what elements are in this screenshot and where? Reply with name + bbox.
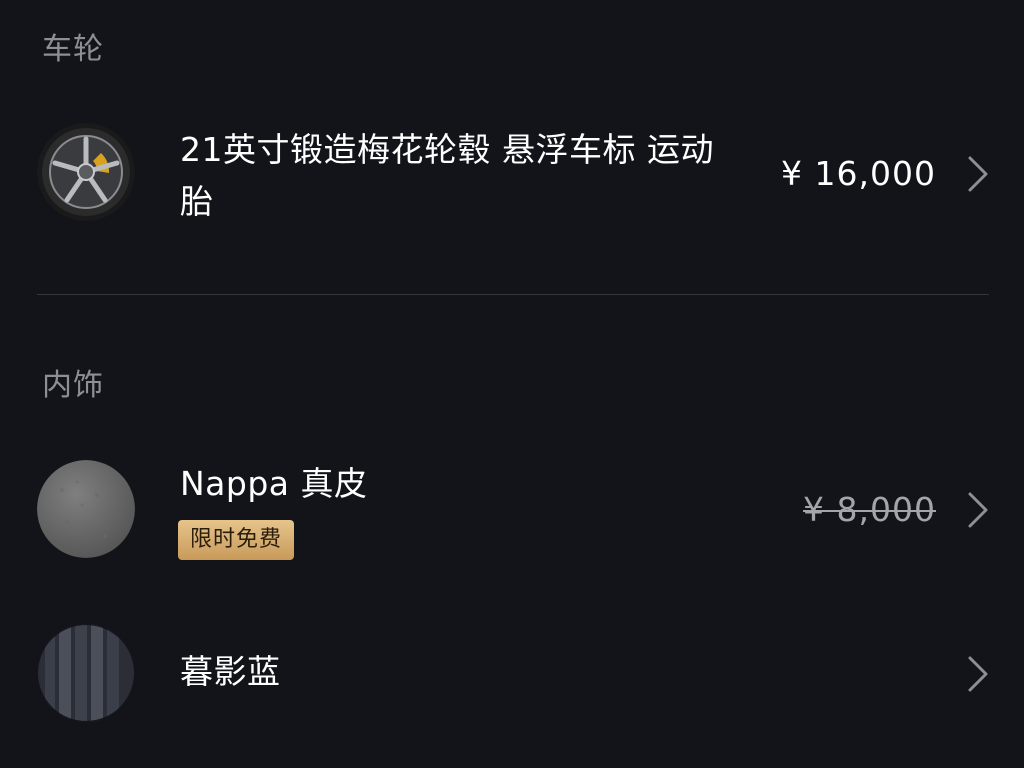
leather-swatch-icon bbox=[37, 460, 135, 558]
interior-option-row-blue[interactable]: 暮影蓝 bbox=[0, 616, 1024, 732]
limited-free-badge: 限时免费 bbox=[178, 520, 295, 560]
chevron-right-icon[interactable] bbox=[962, 654, 992, 694]
wheel-option-name-line1: 21英寸锻造梅花轮毂 悬浮车标 运动 bbox=[180, 130, 714, 169]
blue-trim-option-name: 暮影蓝 bbox=[180, 652, 281, 691]
wheel-option-price: ¥ 16,000 bbox=[781, 154, 936, 193]
section-divider bbox=[37, 294, 989, 295]
chevron-right-icon[interactable] bbox=[962, 490, 992, 530]
section-title-interior: 内饰 bbox=[42, 368, 104, 403]
interior-option-row-leather[interactable]: Nappa 真皮 限时免费 ¥ 8,000 bbox=[0, 450, 1024, 570]
blue-trim-swatch-icon bbox=[37, 624, 135, 722]
leather-option-price: ¥ 8,000 bbox=[803, 490, 936, 529]
wheel-option-name: 21英寸锻造梅花轮毂 悬浮车标 运动 胎 bbox=[180, 124, 714, 228]
alloy-wheel-icon bbox=[37, 123, 135, 221]
options-page: 车轮 21英寸锻造梅花轮毂 悬浮车标 运动 胎 ¥ 16,000 内饰 Napp… bbox=[0, 0, 1024, 768]
leather-option-name: Nappa 真皮 bbox=[180, 464, 368, 503]
wheel-option-row[interactable]: 21英寸锻造梅花轮毂 悬浮车标 运动 胎 ¥ 16,000 bbox=[0, 110, 1024, 240]
chevron-right-icon[interactable] bbox=[962, 154, 992, 194]
wheel-option-name-line2: 胎 bbox=[180, 182, 214, 221]
section-title-wheels: 车轮 bbox=[42, 32, 104, 67]
